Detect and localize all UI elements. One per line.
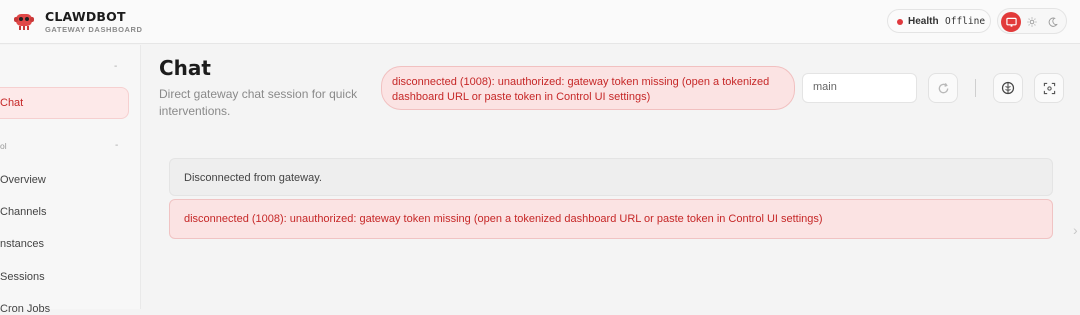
sidebar-group-toggle[interactable]: - xyxy=(115,140,118,151)
chat-error-text: disconnected (1008): unauthorized: gatew… xyxy=(184,213,823,225)
sidebar-item-instances[interactable]: nstances xyxy=(0,238,44,250)
sidebar: - Chat ol - Overview Channels nstances S… xyxy=(0,45,141,315)
page-subtitle: Direct gateway chat session for quick in… xyxy=(159,87,358,118)
chat-error-callout: disconnected (1008): unauthorized: gatew… xyxy=(169,199,1053,239)
chevron-right-icon[interactable]: › xyxy=(1073,222,1078,238)
sidebar-item-overview[interactable]: Overview xyxy=(0,174,46,186)
app-name: CLAWDBOT xyxy=(45,9,126,24)
health-label: Health xyxy=(908,16,939,27)
app-subtitle: GATEWAY DASHBOARD xyxy=(45,25,143,34)
error-banner: disconnected (1008): unauthorized: gatew… xyxy=(381,66,795,110)
monitor-icon[interactable] xyxy=(1001,12,1021,32)
top-bar: CLAWDBOT GATEWAY DASHBOARD Health Offlin… xyxy=(0,0,1080,44)
toolbar-divider xyxy=(975,79,976,97)
sidebar-item-sessions[interactable]: Sessions xyxy=(0,271,45,283)
theme-switcher xyxy=(997,8,1067,34)
refresh-button[interactable] xyxy=(928,73,958,103)
brain-icon xyxy=(1001,81,1015,95)
sidebar-item-channels[interactable]: Channels xyxy=(0,206,46,218)
thinking-toggle-button[interactable] xyxy=(993,73,1023,103)
connection-notice-text: Disconnected from gateway. xyxy=(184,172,322,184)
moon-icon[interactable] xyxy=(1043,12,1063,32)
status-dot-icon xyxy=(897,19,903,25)
session-key-field[interactable] xyxy=(802,73,917,103)
sidebar-group-label: ol xyxy=(0,141,7,151)
sun-icon[interactable] xyxy=(1022,12,1042,32)
session-key-input[interactable] xyxy=(813,81,908,93)
sidebar-item-chat[interactable]: Chat xyxy=(0,87,129,119)
sidebar-item-label: Chat xyxy=(0,97,24,109)
health-value: Offline xyxy=(945,16,986,27)
lobster-logo-icon xyxy=(14,14,34,30)
refresh-icon xyxy=(938,82,948,93)
sidebar-collapse-toggle[interactable]: - xyxy=(114,61,117,72)
focus-mode-button[interactable] xyxy=(1034,73,1064,103)
focus-icon xyxy=(1043,82,1055,94)
connection-notice: Disconnected from gateway. xyxy=(169,158,1053,196)
page-title: Chat xyxy=(159,56,211,80)
health-status-badge[interactable]: Health Offline xyxy=(887,9,991,33)
sidebar-item-cron-jobs[interactable]: Cron Jobs xyxy=(0,303,50,315)
